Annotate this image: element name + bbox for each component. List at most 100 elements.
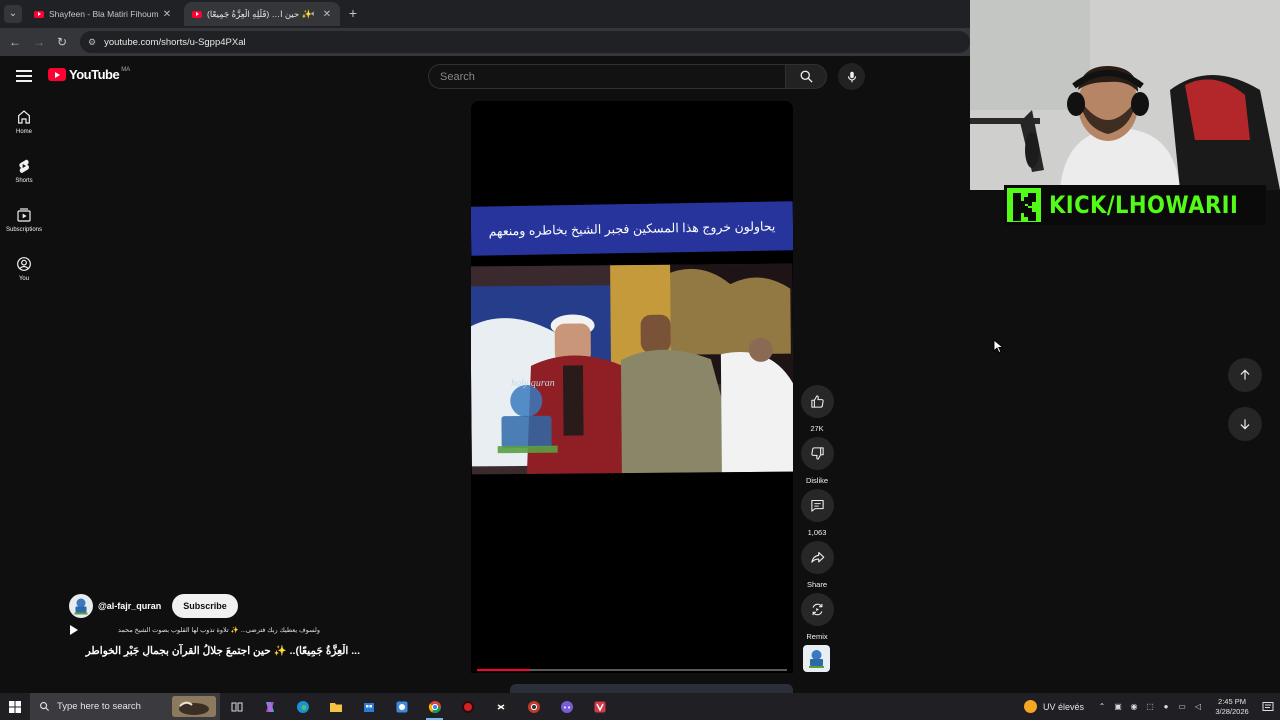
youtube-logo[interactable]: YouTube MA <box>48 67 130 82</box>
short-title[interactable]: ... الْعِزَّةُ جَمِيعًا).. ✨ حين اجتمعَ … <box>70 644 360 657</box>
kick-channel-text: KICK/LHOWARII <box>1049 191 1239 219</box>
remix-button[interactable]: Remix <box>800 593 834 641</box>
forward-button[interactable]: → <box>30 33 48 51</box>
back-button[interactable]: ← <box>6 33 24 51</box>
guide-label: Subscriptions <box>5 227 43 233</box>
search-icon <box>800 70 813 83</box>
url-text: youtube.com/shorts/u-Sgpp4PXal <box>104 36 246 48</box>
folder-icon <box>329 702 342 712</box>
guide-item-you[interactable]: You <box>0 256 48 300</box>
copilot-icon <box>265 701 274 712</box>
channel-name[interactable]: @al-fajr_quran <box>98 601 161 611</box>
shorts-video-player[interactable]: يحاولون خروج هذا المسكين فجبر الشيخ بخاط… <box>471 101 793 673</box>
guide-label: Shorts <box>15 178 33 184</box>
tab-title: حين ا… (قَلِّلِهِ الْعِزَّةُ جَمِيعًا) ✨ <box>207 8 312 19</box>
start-button[interactable] <box>0 693 30 720</box>
video-frame: holy quran <box>471 263 793 475</box>
comments-button[interactable]: 1,063 <box>800 489 834 537</box>
channel-avatar-icon <box>74 598 88 615</box>
share-button[interactable]: Share <box>800 541 834 589</box>
arrow-down-icon <box>1240 419 1250 430</box>
search-input[interactable] <box>429 65 785 88</box>
previous-short-button[interactable] <box>1228 358 1262 392</box>
like-icon <box>810 395 824 408</box>
volume-icon[interactable]: ◁ <box>1190 702 1206 711</box>
address-bar[interactable]: ⚙︎ youtube.com/shorts/u-Sgpp4PXal <box>80 31 970 53</box>
like-count: 27K <box>810 424 824 433</box>
browser-tab-2[interactable]: حين ا… (قَلِّلِهِ الْعِزَّةُ جَمِيعًا) ✨… <box>184 2 340 26</box>
search-button[interactable] <box>786 64 827 89</box>
tab-search-button[interactable]: ⌄ <box>4 5 22 23</box>
close-tab-icon[interactable]: ✕ <box>160 9 174 20</box>
search-highlight-image <box>172 696 216 717</box>
chevron-up-icon[interactable]: ⌃ <box>1094 702 1110 711</box>
channel-logo-icon <box>809 650 824 668</box>
video-caption-band: يحاولون خروج هذا المسكين فجبر الشيخ بخاط… <box>471 201 793 256</box>
taskbar-app-video-editor[interactable] <box>583 693 616 720</box>
tab-title: Shayfeen - Bla Matiri Fihoum (O <box>49 9 160 19</box>
browser-toolbar: ← → ↻ ⚙︎ youtube.com/shorts/u-Sgpp4PXal <box>0 28 970 56</box>
weather-text: UV élevés <box>1042 701 1084 712</box>
youtube-favicon-icon <box>192 10 202 18</box>
tray-app-icon[interactable]: ⬚ <box>1142 702 1158 711</box>
audio-playing-icon[interactable]: 🔈︎ <box>311 9 316 19</box>
subscribe-button[interactable]: Subscribe <box>172 594 238 618</box>
network-icon[interactable]: ▭ <box>1174 702 1190 711</box>
channel-avatar[interactable] <box>69 594 93 618</box>
video-progress-bar[interactable] <box>477 669 787 671</box>
clock-date: 3/28/2026 <box>1215 706 1249 716</box>
app-icon <box>396 701 407 712</box>
dislike-button[interactable]: Dislike <box>800 437 834 485</box>
taskbar-search[interactable]: Type here to search <box>30 693 220 720</box>
dislike-circle <box>800 437 834 470</box>
next-short-preview[interactable] <box>510 684 793 693</box>
task-view-button[interactable] <box>220 693 253 720</box>
site-info-icon[interactable]: ⚙︎ <box>88 37 96 48</box>
browser-tab-1[interactable]: Shayfeen - Bla Matiri Fihoum (O ✕ <box>26 2 180 26</box>
guide-menu-icon[interactable] <box>16 70 32 82</box>
comment-icon <box>810 499 824 512</box>
kick-banner: KICK/LHOWARII <box>1004 185 1266 225</box>
taskbar-app-chrome-alt[interactable] <box>517 693 550 720</box>
taskbar-app-blue[interactable] <box>385 693 418 720</box>
description-row[interactable]: ولسوف يعطيك ربك فترضى... ✨ تلاوة تذوب له… <box>70 624 320 636</box>
screen: ⌄ Shayfeen - Bla Matiri Fihoum (O ✕ حين … <box>0 0 1280 720</box>
taskbar-app-discord[interactable] <box>550 693 583 720</box>
reload-button[interactable]: ↻ <box>53 33 71 51</box>
guide-item-shorts[interactable]: Shorts <box>0 158 48 202</box>
kick-logo-icon <box>1007 188 1041 222</box>
notifications-button[interactable] <box>1256 693 1280 720</box>
tray-app-icon[interactable]: ▣ <box>1110 702 1126 711</box>
sun-icon <box>1023 700 1037 713</box>
share-label: Share <box>806 580 827 589</box>
guide-item-home[interactable]: Home <box>0 109 48 153</box>
close-tab-icon[interactable]: ✕ <box>320 9 334 20</box>
taskbar-app-capcut[interactable] <box>484 693 517 720</box>
taskbar-app-edge[interactable] <box>286 693 319 720</box>
next-short-button[interactable] <box>1228 407 1262 441</box>
taskbar-app-copilot[interactable] <box>253 693 286 720</box>
mouse-cursor-icon <box>993 339 1003 353</box>
tray-app-icon[interactable]: ◉ <box>1126 702 1142 711</box>
microphone-icon[interactable]: ● <box>1158 702 1174 711</box>
taskbar-app-chrome[interactable] <box>418 693 451 720</box>
guide-label: Home <box>15 129 32 135</box>
new-tab-button[interactable]: + <box>344 4 362 22</box>
home-icon <box>18 110 30 124</box>
taskbar-app-store[interactable] <box>352 693 385 720</box>
clock-time: 2:45 PM <box>1218 696 1246 706</box>
comments-circle <box>800 489 834 522</box>
clock[interactable]: 2:45 PM 3/28/2026 <box>1208 697 1256 717</box>
guide-item-subscriptions[interactable]: Subscriptions <box>0 207 48 251</box>
taskbar-app-red[interactable] <box>451 693 484 720</box>
video-scene-image: holy quran <box>471 263 793 475</box>
sound-thumbnail[interactable] <box>803 645 830 672</box>
like-button[interactable]: 27K <box>800 385 834 433</box>
windows-taskbar: Type here to search UV élevés ⌃ ▣ ◉ ⬚ ● … <box>0 693 1280 720</box>
taskbar-app-file-explorer[interactable] <box>319 693 352 720</box>
weather-widget[interactable]: UV élevés <box>1023 700 1084 713</box>
dislike-label: Dislike <box>805 476 829 485</box>
notification-icon <box>1262 701 1274 711</box>
voice-search-button[interactable] <box>838 63 865 90</box>
system-tray: UV élevés ⌃ ▣ ◉ ⬚ ● ▭ ◁ 2:45 PM 3/28/202… <box>1023 693 1280 720</box>
